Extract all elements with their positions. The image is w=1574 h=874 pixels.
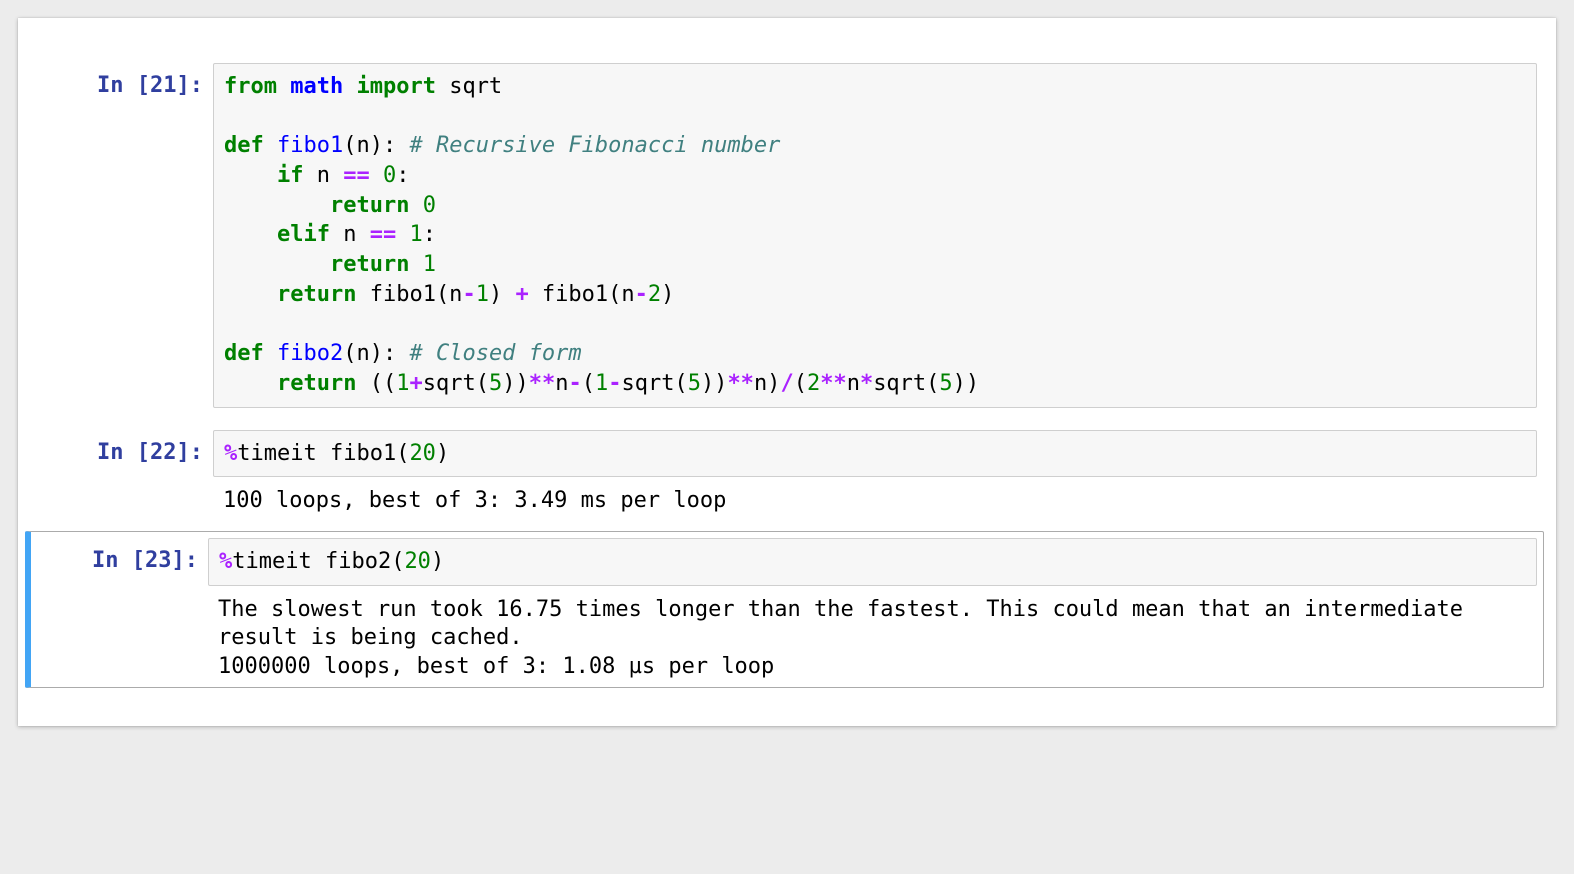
notebook-panel: In [21]:from math import sqrt def fibo1(… bbox=[18, 18, 1556, 726]
input-prompt: In [21]: bbox=[31, 63, 213, 408]
code-input[interactable]: %timeit fibo1(20) bbox=[213, 430, 1537, 478]
input-prompt: In [23]: bbox=[31, 538, 208, 681]
cell-output: 100 loops, best of 3: 3.49 ms per loop bbox=[213, 477, 1537, 516]
cell-body: from math import sqrt def fibo1(n): # Re… bbox=[213, 63, 1537, 408]
code-cell[interactable]: In [23]:%timeit fibo2(20)The slowest run… bbox=[25, 531, 1544, 688]
code-input[interactable]: from math import sqrt def fibo1(n): # Re… bbox=[213, 63, 1537, 408]
input-prompt: In [22]: bbox=[31, 430, 213, 516]
cell-body: %timeit fibo1(20)100 loops, best of 3: 3… bbox=[213, 430, 1537, 516]
code-cell[interactable]: In [21]:from math import sqrt def fibo1(… bbox=[30, 56, 1544, 415]
cell-body: %timeit fibo2(20)The slowest run took 16… bbox=[208, 538, 1537, 681]
code-input[interactable]: %timeit fibo2(20) bbox=[208, 538, 1537, 586]
code-cell[interactable]: In [22]:%timeit fibo1(20)100 loops, best… bbox=[30, 423, 1544, 523]
page-background: In [21]:from math import sqrt def fibo1(… bbox=[0, 0, 1574, 874]
cell-output: The slowest run took 16.75 times longer … bbox=[208, 586, 1537, 682]
